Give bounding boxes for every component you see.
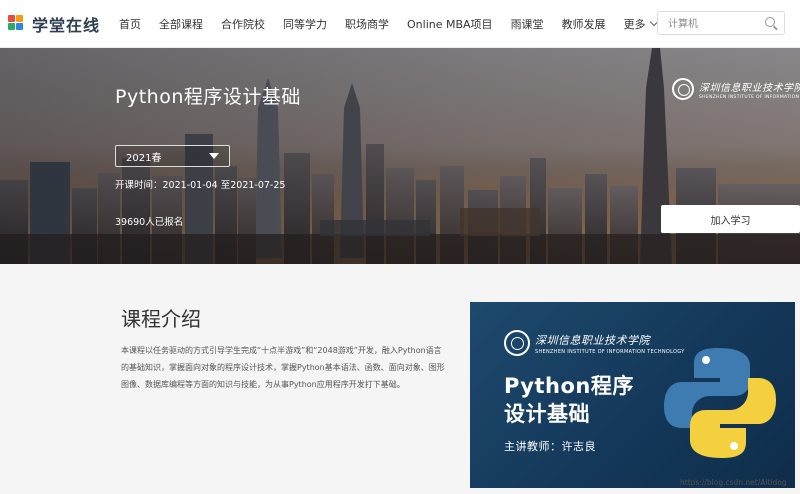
semester-value: 2021春 [126, 152, 162, 164]
search-box [657, 11, 785, 36]
school-seal-icon [504, 330, 530, 356]
school-name-en: SHENZHEN INSTITUTE OF INFORMATION TECHNO… [699, 94, 800, 100]
top-header: 学堂在线 首页 全部课程 合作院校 同等学力 职场商学 Online MBA项目… [0, 0, 800, 48]
intro-description: 本课程以任务驱动的方式引导学生完成“十点半游戏”和“2048游戏”开发，融入Py… [121, 346, 445, 389]
nav-item-business[interactable]: 职场商学 [345, 16, 389, 32]
poster-school-name-en: SHENZHEN INSTITUTE OF INFORMATION TECHNO… [535, 348, 685, 355]
intro-heading: 课程介绍 [121, 307, 201, 331]
nav-item-online-mba[interactable]: Online MBA项目 [407, 16, 493, 32]
brand-name: 学堂在线 [32, 15, 101, 35]
nav-item-teacher-development[interactable]: 教师发展 [562, 16, 606, 32]
poster-school-name-cn: 深圳信息职业技术学院 [535, 333, 650, 347]
nav-more-label: 更多 [623, 17, 646, 31]
site-logo[interactable]: 学堂在线 [8, 12, 100, 36]
nav-item-equivalent-degree[interactable]: 同等学力 [283, 16, 327, 32]
python-logo-icon [664, 348, 776, 458]
nav-item-rain-classroom[interactable]: 雨课堂 [511, 16, 544, 32]
poster-teacher: 主讲教师：许志良 [504, 440, 596, 453]
school-name-cn: 深圳信息职业技术学院 [699, 82, 800, 94]
logo-icon [8, 14, 28, 33]
main-nav: 首页 全部课程 合作院校 同等学力 职场商学 Online MBA项目 雨课堂 … [110, 16, 666, 32]
search-icon[interactable] [765, 17, 775, 27]
poster-title-line2: 设计基础 [504, 402, 590, 426]
school-logo: 深圳信息职业技术学院 SHENZHEN INSTITUTE OF INFORMA… [672, 78, 800, 100]
triangle-down-icon [209, 153, 219, 159]
course-poster: 深圳信息职业技术学院 SHENZHEN INSTITUTE OF INFORMA… [470, 302, 795, 488]
search-input[interactable] [658, 13, 758, 36]
nav-item-partner-schools[interactable]: 合作院校 [221, 16, 265, 32]
enrollment-count: 39690人已报名 [115, 217, 184, 228]
nav-item-home[interactable]: 首页 [119, 16, 141, 32]
join-course-button[interactable]: 加入学习 [661, 205, 800, 233]
watermark-text: https://blog.csdn.net/Aitidog [680, 478, 787, 487]
poster-school-logo: 深圳信息职业技术学院 SHENZHEN INSTITUTE OF INFORMA… [504, 330, 685, 356]
school-seal-icon [672, 78, 694, 100]
nav-item-all-courses[interactable]: 全部课程 [159, 16, 203, 32]
course-hero-banner: Python程序设计基础 2021春 开课时间：2021-01-04 至2021… [0, 48, 800, 264]
course-title: Python程序设计基础 [115, 86, 301, 108]
poster-title-line1: Python程序 [504, 374, 634, 398]
poster-title: Python程序 设计基础 [504, 372, 674, 428]
nav-more[interactable]: 更多 [623, 16, 658, 32]
course-dates: 开课时间：2021-01-04 至2021-07-25 [115, 180, 286, 191]
semester-select[interactable]: 2021春 [115, 145, 230, 167]
